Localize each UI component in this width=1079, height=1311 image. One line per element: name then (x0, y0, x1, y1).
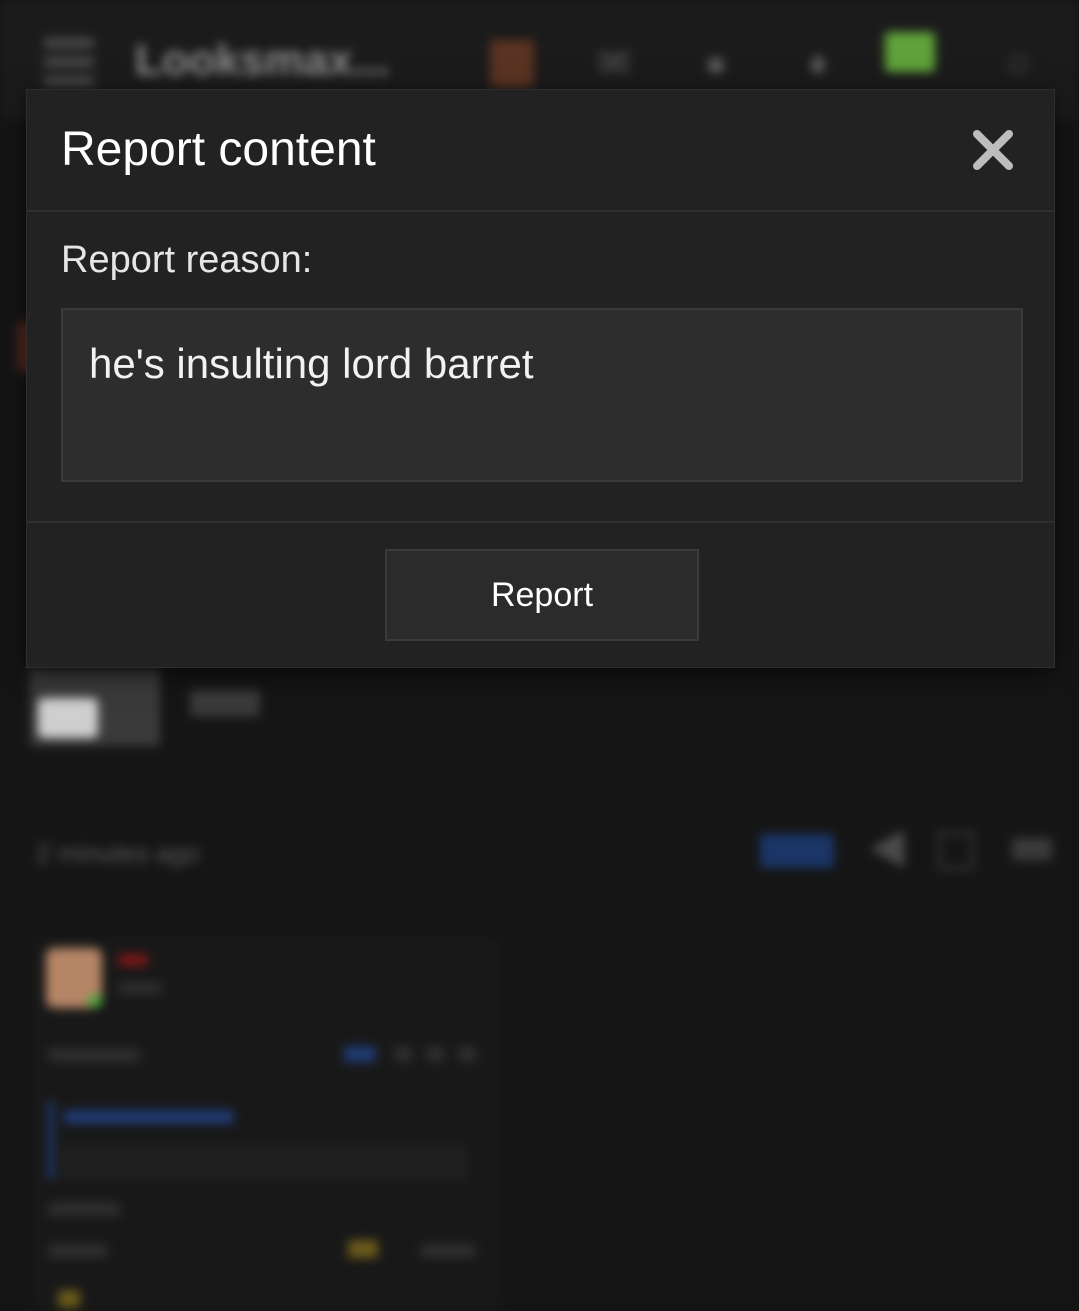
notification-badge[interactable] (885, 32, 935, 72)
signature-line (48, 1202, 120, 1216)
reactions-label (48, 1244, 108, 1258)
search-icon[interactable]: ○ (998, 44, 1038, 84)
post-author[interactable] (190, 690, 260, 716)
user-avatar[interactable] (490, 40, 534, 88)
report-dialog: Report content Report reason: he's insul… (26, 89, 1055, 668)
report-reason-label: Report reason: (61, 239, 313, 281)
badge-icon (426, 1046, 444, 1062)
user-badge (344, 1046, 376, 1062)
dialog-header: Report content (27, 90, 1054, 212)
badge-icon (394, 1046, 412, 1062)
quote-box (60, 1146, 468, 1180)
joined-label (48, 1048, 140, 1062)
username[interactable] (118, 954, 148, 966)
bookmark-icon[interactable] (938, 832, 974, 870)
quote-link[interactable] (64, 1110, 234, 1124)
close-icon[interactable] (971, 128, 1015, 172)
online-status-icon (88, 994, 102, 1008)
post-image[interactable] (30, 668, 160, 746)
report-reason-input[interactable]: he's insulting lord barret (61, 308, 1023, 482)
user-title (118, 982, 162, 994)
post-timestamp: 2 minutes ago (36, 838, 200, 868)
new-badge (760, 834, 834, 868)
share-icon[interactable] (870, 830, 904, 868)
dialog-title: Report content (61, 123, 376, 176)
reaction-icon (58, 1290, 80, 1308)
site-logo[interactable]: Looksmax... (135, 38, 405, 84)
badge-icon (458, 1046, 476, 1062)
post-number[interactable] (1012, 838, 1052, 860)
reaction-count (420, 1244, 476, 1258)
mail-icon[interactable]: ✉ (594, 44, 634, 84)
reaction-icon[interactable] (348, 1240, 378, 1258)
bolt-icon[interactable]: ♦ (798, 44, 838, 84)
quote-bar (48, 1100, 54, 1180)
dialog-footer: Report (27, 521, 1054, 667)
bell-icon[interactable]: ● (696, 44, 736, 84)
report-button[interactable]: Report (385, 549, 699, 641)
menu-icon[interactable] (44, 38, 94, 86)
